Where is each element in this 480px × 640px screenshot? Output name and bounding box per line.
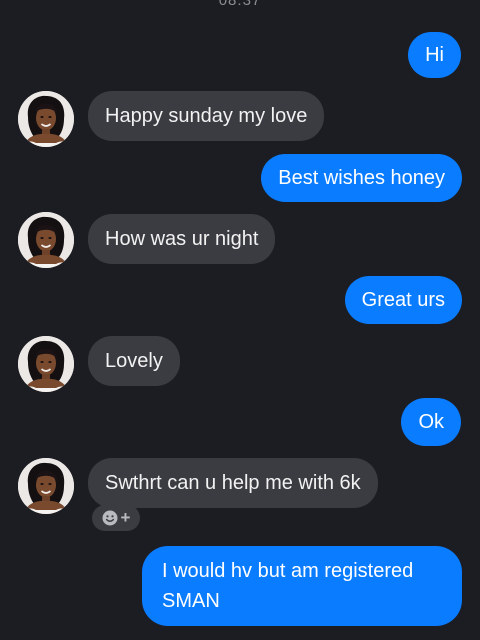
avatar-photo: [18, 336, 74, 392]
message-bubble-outgoing[interactable]: Ok: [401, 398, 461, 446]
message-line: I would hv but am registered: [162, 560, 414, 582]
message-bubble-incoming[interactable]: Happy sunday my love: [88, 91, 325, 141]
contact-avatar[interactable]: [18, 212, 74, 268]
message-bubble-outgoing[interactable]: Best wishes honey: [261, 154, 462, 202]
message-bubble-incoming[interactable]: How was ur night: [88, 214, 276, 264]
add-reaction-plus: +: [120, 508, 131, 527]
message-bubble-outgoing[interactable]: Great urs: [344, 276, 462, 324]
message-bubble-incoming[interactable]: Swthrt can u help me with 6k: [88, 458, 378, 508]
contact-avatar[interactable]: [18, 458, 74, 514]
message-bubble-outgoing[interactable]: I would hv but am registered SMAN: [142, 546, 462, 626]
avatar-photo: [18, 458, 74, 514]
avatar-photo: [18, 91, 74, 147]
contact-avatar[interactable]: [18, 91, 74, 147]
smiley-icon: [102, 510, 118, 526]
add-reaction-button[interactable]: +: [92, 505, 140, 531]
message-bubble-incoming[interactable]: Lovely: [88, 336, 180, 386]
chat-thread: 08:37 Hi Happy sunday my love Best wishe…: [0, 0, 480, 640]
message-bubble-outgoing[interactable]: Hi: [408, 32, 461, 78]
contact-avatar[interactable]: [18, 336, 74, 392]
message-line: SMAN: [162, 590, 220, 612]
avatar-photo: [18, 212, 74, 268]
message-timestamp: 08:37: [218, 0, 262, 9]
